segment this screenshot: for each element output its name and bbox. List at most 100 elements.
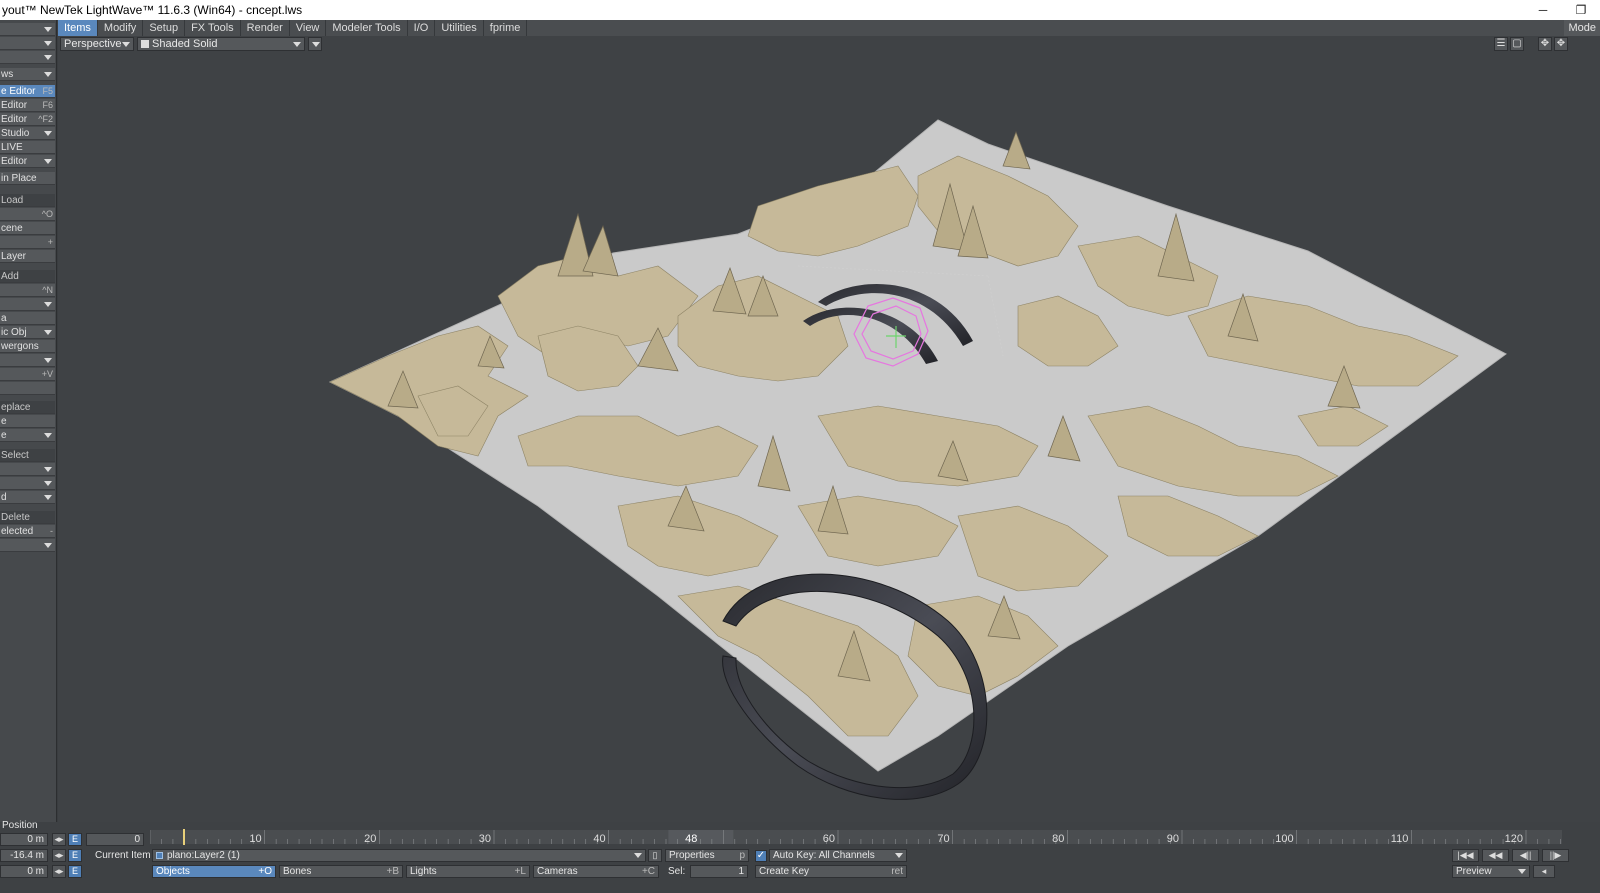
left-toolbar-item[interactable] <box>0 539 55 552</box>
bones-button[interactable]: Bones +B <box>279 865 403 878</box>
chevron-down-icon <box>895 853 903 858</box>
tab-setup[interactable]: Setup <box>143 20 186 36</box>
left-toolbar-item[interactable]: cene <box>0 222 55 235</box>
view-type-select[interactable]: Perspective <box>60 37 134 51</box>
left-toolbar-item[interactable]: Editor <box>0 155 55 168</box>
left-toolbar-item[interactable]: a <box>0 312 55 325</box>
x-position-field[interactable]: 0 m <box>0 833 48 846</box>
tab-modify[interactable]: Modify <box>98 20 144 36</box>
restore-button[interactable]: ❐ <box>1562 0 1600 20</box>
viewport-rotate-icon[interactable]: ✥ <box>1554 37 1568 51</box>
chevron-down-icon <box>44 72 52 77</box>
y-envelope-button[interactable]: E <box>68 849 82 862</box>
left-toolbar-item-label: e <box>1 416 7 427</box>
preview-select[interactable]: Preview <box>1452 865 1530 878</box>
left-toolbar-item[interactable] <box>0 382 55 395</box>
current-item-select[interactable]: plano:Layer2 (1) <box>152 849 646 862</box>
auto-key-select[interactable]: Auto Key: All Channels <box>769 849 907 862</box>
lights-shortcut: +L <box>514 866 526 877</box>
left-toolbar-item[interactable] <box>0 37 55 50</box>
left-toolbar-item[interactable]: Layer <box>0 250 55 263</box>
left-toolbar-item[interactable] <box>0 463 55 476</box>
left-toolbar-item[interactable]: LIVE <box>0 141 55 154</box>
minimize-button[interactable]: ─ <box>1524 0 1562 20</box>
perspective-viewport[interactable]: Perspective Shaded Solid ☰ ▢ ✥ ✥ <box>58 36 1600 822</box>
left-toolbar-item[interactable]: ^O <box>0 208 55 221</box>
viewport-options-dropdown[interactable] <box>308 37 322 51</box>
transport-button[interactable]: ||▶ <box>1542 849 1569 862</box>
left-toolbar-item[interactable]: d <box>0 491 55 504</box>
object-type-icon <box>156 851 163 859</box>
timeline-scrub-handle[interactable] <box>668 830 734 844</box>
x-step-arrows-icon[interactable]: ◂▸ <box>52 833 66 846</box>
left-toolbar-item[interactable]: wergons <box>0 340 55 353</box>
left-toolbar-item[interactable]: Editor ^F2 <box>0 113 55 126</box>
left-toolbar-item[interactable]: Editor F6 <box>0 99 55 112</box>
left-toolbar-item-label: ic Obj <box>1 327 27 338</box>
left-toolbar-item[interactable] <box>0 477 55 490</box>
viewport-list-icon[interactable]: ☰ <box>1494 37 1508 51</box>
left-toolbar: ws e Editor F5 Editor F6 Editor ^F2 Studio LIVE E… <box>0 20 57 893</box>
left-toolbar-item[interactable]: + <box>0 236 55 249</box>
cameras-button[interactable]: Cameras +C <box>533 865 659 878</box>
left-toolbar-item[interactable]: in Place <box>0 172 55 185</box>
y-position-field[interactable]: -16.4 m <box>0 849 48 862</box>
render-mode-swatch-icon <box>141 40 149 49</box>
left-toolbar-item[interactable]: e <box>0 429 55 442</box>
objects-shortcut: +O <box>258 866 272 877</box>
tab-i-o[interactable]: I/O <box>408 20 436 36</box>
transport-button[interactable]: ◀|| <box>1512 849 1539 862</box>
left-toolbar-item[interactable] <box>0 298 55 311</box>
left-toolbar-item[interactable]: ic Obj <box>0 326 55 339</box>
timeline-tick-label: 100 <box>1275 833 1293 844</box>
tab-fx-tools[interactable]: FX Tools <box>185 20 241 36</box>
render-mode-select[interactable]: Shaded Solid <box>137 37 305 51</box>
item-toggle-icon[interactable]: ▯ <box>648 849 662 862</box>
scene-render <box>328 119 1507 800</box>
left-toolbar-item[interactable]: ws <box>0 68 55 81</box>
step-back-icon[interactable]: ◂ <box>1533 865 1555 878</box>
left-toolbar-item-label: e Editor <box>1 86 36 97</box>
left-toolbar-item[interactable]: ^N <box>0 284 55 297</box>
tab-view[interactable]: View <box>290 20 327 36</box>
tab-render[interactable]: Render <box>241 20 290 36</box>
chevron-down-icon <box>1518 869 1526 874</box>
left-toolbar-item[interactable]: +V <box>0 368 55 381</box>
viewport-expand-icon[interactable]: ▢ <box>1510 37 1524 51</box>
left-toolbar-item-label: wergons <box>1 341 39 352</box>
z-envelope-button[interactable]: E <box>68 865 82 878</box>
z-step-arrows-icon[interactable]: ◂▸ <box>52 865 66 878</box>
lights-button[interactable]: Lights +L <box>406 865 530 878</box>
left-toolbar-item[interactable]: e Editor F5 <box>0 85 55 98</box>
tab-fprime[interactable]: fprime <box>484 20 528 36</box>
left-toolbar-item[interactable] <box>0 354 55 367</box>
frame-field[interactable]: 0 <box>86 833 144 846</box>
tab-modeler-tools[interactable]: Modeler Tools <box>326 20 408 36</box>
tab-items[interactable]: Items <box>58 20 98 36</box>
z-position-field[interactable]: 0 m <box>0 865 48 878</box>
timeline-ruler[interactable]: 0102030404860708090100110120 <box>150 830 1562 844</box>
x-envelope-button[interactable]: E <box>68 833 82 846</box>
left-toolbar-item-shortcut: + <box>47 237 53 247</box>
y-step-arrows-icon[interactable]: ◂▸ <box>52 849 66 862</box>
left-toolbar-item[interactable]: e <box>0 415 55 428</box>
auto-key-checkbox[interactable]: ✓ <box>755 850 767 862</box>
objects-button[interactable]: Objects +O <box>152 865 276 878</box>
mode-menu-button[interactable]: Mode <box>1564 20 1600 36</box>
tab-utilities[interactable]: Utilities <box>435 20 484 36</box>
left-toolbar-item-label: eplace <box>1 402 31 413</box>
left-toolbar-item[interactable] <box>0 51 55 64</box>
properties-button[interactable]: Properties p <box>665 849 749 862</box>
chevron-down-icon <box>44 302 52 307</box>
left-toolbar-item[interactable]: Studio <box>0 127 55 140</box>
create-key-button[interactable]: Create Key ret <box>755 865 907 878</box>
auto-key-value: Auto Key: All Channels <box>773 850 875 861</box>
cameras-label: Cameras <box>537 866 578 877</box>
chevron-down-icon <box>44 467 52 472</box>
left-toolbar-item[interactable] <box>0 23 55 36</box>
left-toolbar-item[interactable]: elected - <box>0 525 55 538</box>
chevron-down-icon <box>44 481 52 486</box>
transport-button[interactable]: |◀◀ <box>1452 849 1479 862</box>
viewport-move-icon[interactable]: ✥ <box>1538 37 1552 51</box>
transport-button[interactable]: ◀◀ <box>1482 849 1509 862</box>
